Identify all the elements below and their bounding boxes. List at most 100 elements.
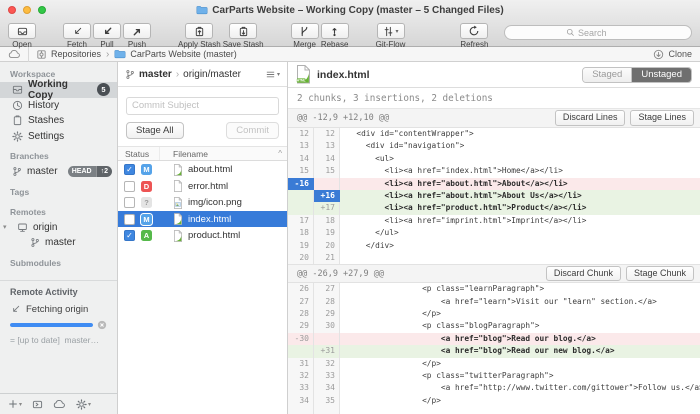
file-checkbox[interactable]: ✓	[124, 164, 135, 175]
new-line-number[interactable]: 12	[314, 128, 340, 140]
sidebar-item-working-copy[interactable]: Working Copy5	[0, 82, 117, 98]
new-line-number[interactable]: 30	[314, 320, 340, 332]
new-line-number[interactable]: +31	[314, 345, 340, 357]
new-line-number[interactable]: 19	[314, 227, 340, 239]
new-line-number[interactable]: 35	[314, 395, 340, 407]
actions-button[interactable]: ▾	[76, 399, 91, 410]
new-line-number[interactable]: 15	[314, 165, 340, 177]
new-line-number[interactable]: 13	[314, 140, 340, 152]
file-list-header[interactable]: Status Filename ^	[118, 146, 287, 161]
status-column-header[interactable]: Status	[118, 147, 160, 160]
open-button[interactable]	[8, 23, 36, 39]
new-line-number[interactable]: 14	[314, 153, 340, 165]
search-field[interactable]	[504, 25, 692, 40]
diff-line: 1414 <ul>	[288, 153, 700, 165]
new-line-number[interactable]: 27	[314, 283, 340, 295]
file-checkbox[interactable]	[124, 181, 135, 192]
pull-button[interactable]	[93, 23, 121, 39]
close-button[interactable]	[8, 6, 16, 14]
task-label: Fetching origin	[26, 304, 88, 315]
sidebar-item-history[interactable]: History	[0, 98, 117, 114]
old-line-number[interactable]: 31	[288, 358, 314, 370]
open-terminal-button[interactable]	[32, 399, 43, 410]
old-line-number[interactable]: 26	[288, 283, 314, 295]
commit-button[interactable]: Commit	[226, 122, 279, 140]
zoom-button[interactable]	[38, 6, 46, 14]
old-line-number[interactable]: 33	[288, 382, 314, 394]
file-checkbox[interactable]: ✓	[124, 230, 135, 241]
push-button[interactable]	[123, 23, 151, 39]
file-row-error-html[interactable]: Derror.html	[118, 178, 287, 195]
unstaged-tab[interactable]: Unstaged	[632, 68, 691, 82]
old-line-number[interactable]: 32	[288, 370, 314, 382]
git-flow-button[interactable]: ▾	[377, 23, 405, 39]
new-line-number[interactable]: +17	[314, 202, 340, 214]
fetch-button[interactable]	[63, 23, 91, 39]
filename-column-header[interactable]: Filename ^	[160, 147, 287, 160]
old-line-number[interactable]: -16	[288, 178, 314, 190]
new-line-number[interactable]: 21	[314, 252, 340, 264]
save-stash-button[interactable]	[229, 23, 257, 39]
file-row-about-html[interactable]: ✓Mabout.html	[118, 161, 287, 178]
new-line-number[interactable]: 33	[314, 370, 340, 382]
branch-row[interactable]: master › origin/master ▾	[118, 62, 287, 87]
file-row-img-icon-png[interactable]: ?img/icon.png	[118, 194, 287, 211]
old-line-number[interactable]	[288, 202, 314, 214]
stage-lines-button[interactable]: Stage Lines	[630, 110, 694, 125]
stage-chunk-button[interactable]: Stage Chunk	[626, 266, 694, 281]
old-line-number[interactable]: 27	[288, 296, 314, 308]
view-options-button[interactable]: ▾	[265, 69, 280, 80]
rebase-button[interactable]	[321, 23, 349, 39]
old-line-number[interactable]	[288, 190, 314, 202]
cancel-icon[interactable]	[97, 320, 107, 330]
new-line-number[interactable]	[314, 178, 340, 190]
staged-tab[interactable]: Staged	[583, 68, 632, 82]
refresh-button[interactable]	[460, 23, 488, 39]
old-line-number[interactable]: 17	[288, 215, 314, 227]
apply-stash-button[interactable]	[185, 23, 213, 39]
sidebar-item-master[interactable]: masterHEAD↑2	[0, 164, 117, 180]
old-line-number[interactable]: 20	[288, 252, 314, 264]
add-repository-button[interactable]: ▾	[8, 399, 22, 409]
services-button[interactable]	[53, 399, 66, 409]
stage-all-button[interactable]: Stage All	[126, 122, 184, 140]
new-line-number[interactable]: 34	[314, 382, 340, 394]
new-line-number[interactable]: 32	[314, 358, 340, 370]
old-line-number[interactable]	[288, 345, 314, 357]
cloud-icon[interactable]	[8, 49, 21, 59]
old-line-number[interactable]: 19	[288, 240, 314, 252]
new-line-number[interactable]	[314, 333, 340, 345]
old-line-number[interactable]: 28	[288, 308, 314, 320]
sidebar-item-master[interactable]: master	[0, 235, 117, 251]
search-input[interactable]	[578, 28, 630, 38]
new-line-number[interactable]: 20	[314, 240, 340, 252]
new-line-number[interactable]: 18	[314, 215, 340, 227]
breadcrumb-repositories[interactable]: Repositories	[36, 49, 101, 60]
breadcrumb-current-repo[interactable]: CarParts Website (master)	[114, 49, 236, 59]
old-line-number[interactable]: 13	[288, 140, 314, 152]
discard-lines-button[interactable]: Discard Lines	[555, 110, 626, 125]
old-line-number[interactable]: 12	[288, 128, 314, 140]
sidebar-item-settings[interactable]: Settings	[0, 129, 117, 145]
new-line-number[interactable]: 29	[314, 308, 340, 320]
old-line-number[interactable]: 15	[288, 165, 314, 177]
old-line-number[interactable]: 34	[288, 395, 314, 407]
sidebar-item-origin[interactable]: ▾origin	[0, 220, 117, 236]
old-line-number[interactable]: 29	[288, 320, 314, 332]
disclosure-triangle-icon[interactable]: ▾	[3, 223, 12, 231]
file-row-product-html[interactable]: ✓Aproduct.html	[118, 227, 287, 244]
new-line-number[interactable]: 28	[314, 296, 340, 308]
old-line-number[interactable]: 18	[288, 227, 314, 239]
old-line-number[interactable]: 14	[288, 153, 314, 165]
file-checkbox[interactable]	[124, 214, 135, 225]
merge-button[interactable]	[291, 23, 319, 39]
file-row-index-html[interactable]: Mindex.html	[118, 211, 287, 228]
file-checkbox[interactable]	[124, 197, 135, 208]
clone-button[interactable]: Clone	[653, 49, 692, 60]
new-line-number[interactable]: +16	[314, 190, 340, 202]
minimize-button[interactable]	[23, 6, 31, 14]
sidebar-item-stashes[interactable]: Stashes	[0, 113, 117, 129]
old-line-number[interactable]: -30	[288, 333, 314, 345]
commit-subject-input[interactable]	[126, 97, 279, 115]
discard-chunk-button[interactable]: Discard Chunk	[546, 266, 621, 281]
